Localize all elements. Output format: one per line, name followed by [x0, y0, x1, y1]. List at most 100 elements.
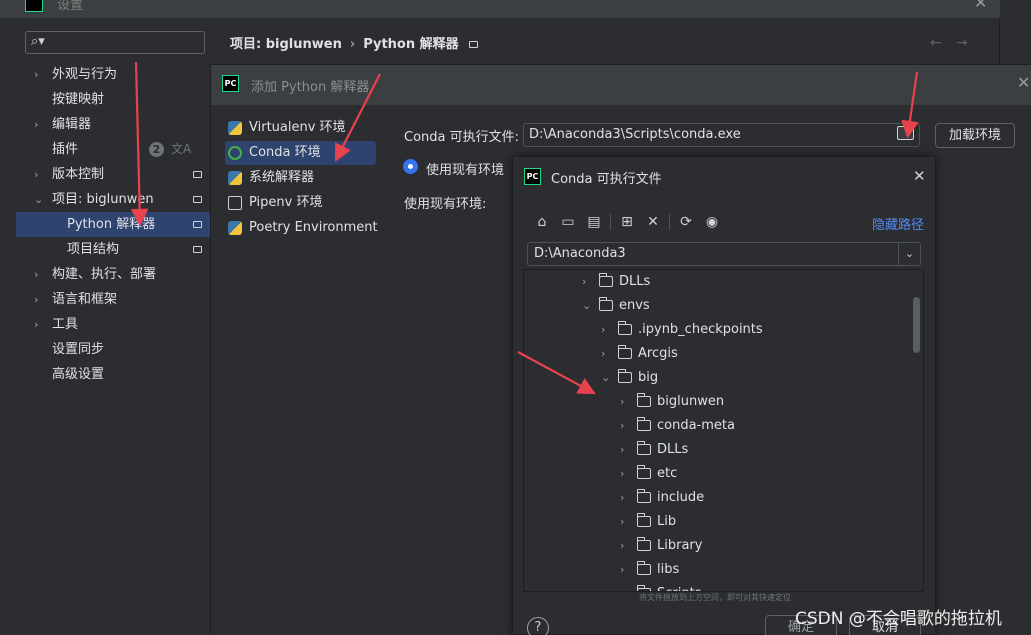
path-input[interactable]: D:\Anaconda3: [527, 242, 921, 266]
sidebar-item[interactable]: 按键映射: [16, 87, 210, 112]
chevron-right-icon[interactable]: ›: [34, 287, 38, 312]
show-hidden-icon[interactable]: ◉: [703, 213, 721, 231]
folder-browse-icon[interactable]: [897, 126, 914, 140]
sidebar-item-label: Python 解释器: [67, 217, 156, 232]
hide-path-link[interactable]: 隐藏路径: [872, 214, 924, 233]
sidebar-item[interactable]: 插件 2 文A: [16, 137, 210, 162]
close-icon[interactable]: ✕: [1017, 73, 1030, 92]
chevron-down-icon[interactable]: ⌄: [34, 187, 43, 212]
folder-row[interactable]: › Scripts: [524, 582, 914, 591]
chevron-right-icon[interactable]: ›: [582, 270, 586, 294]
env-type-item[interactable]: Conda 环境: [225, 141, 376, 165]
conda-icon: [228, 146, 242, 160]
folder-row[interactable]: ⌄ envs: [524, 294, 914, 318]
folder-name: etc: [657, 466, 678, 481]
home-icon[interactable]: ⌂: [533, 213, 551, 231]
chevron-right-icon[interactable]: ›: [620, 462, 624, 486]
chevron-down-icon[interactable]: ⌄: [582, 294, 591, 318]
env-type-item[interactable]: Virtualenv 环境: [225, 116, 376, 140]
chevron-right-icon[interactable]: ›: [601, 342, 605, 366]
settings-titlebar: 设置 ✕: [0, 0, 1000, 18]
use-existing-radio[interactable]: [403, 159, 418, 174]
sidebar-item[interactable]: › 构建、执行、部署: [16, 262, 210, 287]
chevron-right-icon[interactable]: ›: [601, 318, 605, 342]
sidebar-item-label: 语言和框架: [52, 292, 118, 307]
sidebar-item[interactable]: › 外观与行为: [16, 62, 210, 87]
conda-exe-label: Conda 可执行文件:: [404, 130, 520, 145]
delete-icon[interactable]: ✕: [644, 213, 662, 231]
sidebar-item-label: 编辑器: [52, 117, 92, 132]
close-icon[interactable]: ✕: [974, 0, 987, 12]
file-tree: › DLLs ⌄ envs › .ipynb_checkpoints › Arcgis ⌄ big…: [523, 269, 924, 592]
load-env-button[interactable]: 加载环境: [935, 123, 1015, 148]
folder-row[interactable]: › .ipynb_checkpoints: [524, 318, 914, 342]
back-arrow-icon[interactable]: ←: [930, 35, 942, 51]
chevron-right-icon[interactable]: ›: [620, 558, 624, 582]
folder-icon: [637, 441, 651, 455]
help-button[interactable]: ?: [527, 617, 549, 635]
breadcrumb-separator: ›: [349, 37, 356, 52]
folder-row[interactable]: › Arcgis: [524, 342, 914, 366]
chevron-right-icon[interactable]: ›: [34, 312, 38, 337]
file-tree-scrollbar[interactable]: [913, 297, 920, 353]
sidebar-item[interactable]: › 编辑器: [16, 112, 210, 137]
env-type-label: Conda 环境: [249, 145, 321, 160]
chevron-right-icon[interactable]: ›: [620, 414, 624, 438]
breadcrumb-project[interactable]: 项目: biglunwen: [230, 37, 342, 52]
new-folder-icon[interactable]: ⊞: [618, 213, 636, 231]
refresh-icon[interactable]: ⟳: [677, 213, 695, 231]
env-type-item[interactable]: Poetry Environment: [225, 216, 378, 240]
sidebar-item[interactable]: 高级设置: [16, 362, 210, 387]
folder-row[interactable]: › biglunwen: [524, 390, 914, 414]
folder-row[interactable]: › DLLs: [524, 438, 914, 462]
sidebar-item[interactable]: Python 解释器: [16, 212, 210, 237]
chevron-right-icon[interactable]: ›: [620, 438, 624, 462]
folder-row[interactable]: › Library: [524, 534, 914, 558]
chevron-right-icon[interactable]: ›: [620, 582, 624, 591]
file-chooser-dialog: PC Conda 可执行文件 ✕ ⌂ ▭ ▤ ⊞ ✕ ⟳ ◉ 隐藏路径 D:\A…: [512, 156, 936, 635]
update-badge: 2: [149, 142, 164, 157]
project-folder-icon[interactable]: ▤: [585, 213, 603, 231]
chevron-down-icon[interactable]: ⌄: [898, 243, 920, 265]
sidebar-item[interactable]: › 版本控制: [16, 162, 210, 187]
chevron-right-icon[interactable]: ›: [620, 510, 624, 534]
sidebar-item[interactable]: › 工具: [16, 312, 210, 337]
breadcrumb: 项目: biglunwen › Python 解释器: [230, 33, 478, 52]
chevron-right-icon[interactable]: ›: [620, 534, 624, 558]
env-type-item[interactable]: 系统解释器: [225, 166, 376, 190]
chevron-right-icon[interactable]: ›: [620, 486, 624, 510]
settings-search-input[interactable]: ⌕▾: [25, 31, 205, 54]
chevron-right-icon[interactable]: ›: [620, 390, 624, 414]
chevron-down-icon[interactable]: ⌄: [601, 366, 610, 390]
file-chooser-title: Conda 可执行文件: [551, 172, 662, 187]
chevron-right-icon[interactable]: ›: [34, 112, 38, 137]
folder-name: Arcgis: [638, 346, 678, 361]
folder-icon: [637, 513, 651, 527]
sidebar-item[interactable]: 项目结构: [16, 237, 210, 262]
sidebar-item-label: 工具: [52, 317, 79, 332]
folder-icon: [637, 393, 651, 407]
folder-row[interactable]: › DLLs: [524, 270, 914, 294]
conda-exe-field[interactable]: D:\Anaconda3\Scripts\conda.exe: [523, 123, 920, 147]
folder-row[interactable]: ⌄ big: [524, 366, 914, 390]
sidebar-item[interactable]: ⌄ 项目: biglunwen: [16, 187, 210, 212]
folder-row[interactable]: › include: [524, 486, 914, 510]
folder-icon: [637, 489, 651, 503]
toolbar-separator: [610, 214, 611, 230]
folder-name: Scripts: [657, 582, 701, 591]
chevron-right-icon[interactable]: ›: [34, 162, 38, 187]
folder-row[interactable]: › Lib: [524, 510, 914, 534]
desktop-icon[interactable]: ▭: [559, 213, 577, 231]
chevron-right-icon[interactable]: ›: [34, 262, 38, 287]
folder-row[interactable]: › libs: [524, 558, 914, 582]
sidebar-item[interactable]: 设置同步: [16, 337, 210, 362]
folder-row[interactable]: › etc: [524, 462, 914, 486]
forward-arrow-icon[interactable]: →: [956, 35, 968, 51]
csdn-watermark: CSDN @不会唱歌的拖拉机: [795, 609, 1002, 629]
env-type-item[interactable]: Pipenv 环境: [225, 191, 376, 215]
env-type-label: Virtualenv 环境: [249, 120, 346, 135]
folder-row[interactable]: › conda-meta: [524, 414, 914, 438]
close-icon[interactable]: ✕: [913, 167, 926, 185]
chevron-right-icon[interactable]: ›: [34, 62, 38, 87]
sidebar-item[interactable]: › 语言和框架: [16, 287, 210, 312]
